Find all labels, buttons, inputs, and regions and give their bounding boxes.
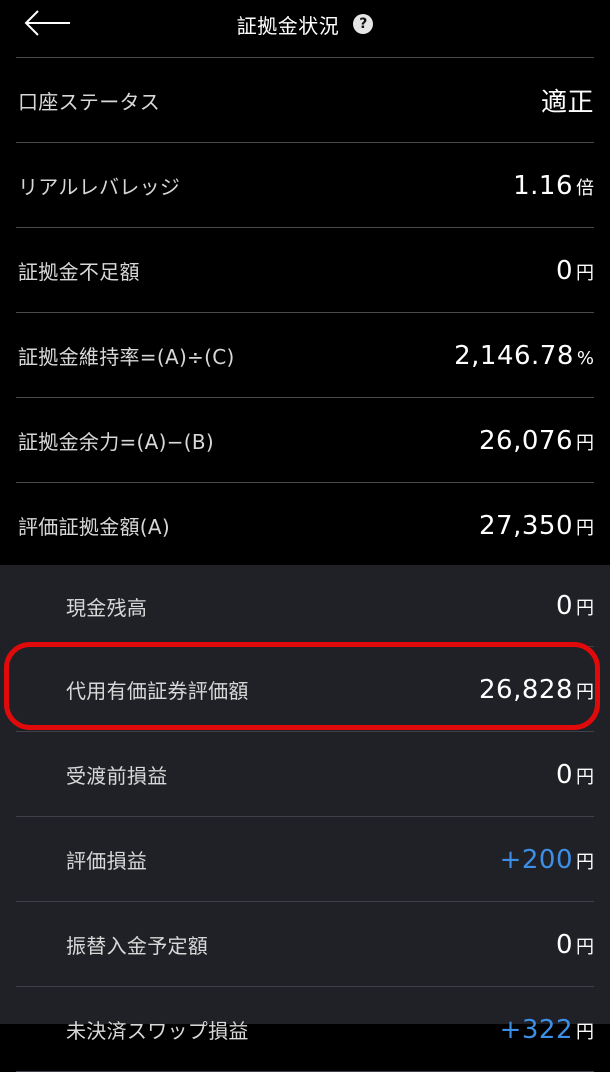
title-bar: 証拠金状況 ?	[0, 8, 610, 40]
value-unit: 円	[576, 262, 594, 284]
row-real-leverage: リアルレバレッジ 1.16 倍	[0, 143, 610, 228]
row-label: 証拠金余力=(A)−(B)	[18, 430, 215, 454]
value-unit: %	[576, 347, 594, 369]
row-label: 現金残高	[66, 595, 148, 620]
row-label: 証拠金維持率=(A)÷(C)	[18, 345, 235, 369]
help-icon[interactable]: ?	[353, 14, 374, 34]
row-value: 26,076 円	[479, 426, 594, 456]
row-label: 証拠金不足額	[18, 260, 140, 284]
value-unit: 円	[576, 936, 594, 958]
sub-row-unrealized-pl: 評価損益 +200 円	[0, 817, 610, 902]
header: 証拠金状況 ?	[0, 0, 610, 58]
row-value: 27,350 円	[479, 511, 594, 541]
row-value: 2,146.78 %	[454, 341, 594, 371]
row-label: 評価損益	[66, 849, 148, 873]
row-value: 1.16 倍	[513, 171, 594, 201]
value-unit: 倍	[576, 177, 594, 199]
sub-row-cash-balance: 現金残高 0 円	[0, 565, 610, 647]
row-value: 0 円	[556, 256, 594, 286]
value-unit: 円	[576, 598, 594, 619]
value-text: 2,146.78	[454, 340, 574, 371]
value-unit: 円	[576, 851, 594, 873]
row-label: 受渡前損益	[66, 764, 168, 788]
row-margin-shortfall: 証拠金不足額 0 円	[0, 228, 610, 313]
row-label: 振替入金予定額	[66, 934, 209, 958]
row-valued-margin: 評価証拠金額(A) 27,350 円	[0, 483, 610, 568]
sub-row-pre-settlement-pl: 受渡前損益 0 円	[0, 732, 610, 817]
value-unit: 円	[576, 1021, 594, 1043]
row-label: リアルレバレッジ	[18, 175, 181, 199]
sub-row-unsettled-swap: 未決済スワップ損益 +322 円	[0, 987, 610, 1072]
row-value: 0 円	[556, 930, 594, 960]
sub-row-collateral-securities: 代用有価証券評価額 26,828 円	[0, 647, 610, 732]
value-text: 0	[555, 591, 573, 621]
value-unit: 円	[576, 432, 594, 454]
margin-breakdown-list: 現金残高 0 円 代用有価証券評価額 26,828 円 受渡前損益 0 円 評価…	[0, 565, 610, 1072]
row-available-margin: 証拠金余力=(A)−(B) 26,076 円	[0, 398, 610, 483]
value-text: 26,828	[479, 674, 573, 705]
row-account-status: 口座ステータス 適正	[0, 58, 610, 143]
value-text: 0	[555, 759, 573, 790]
value-unit: 円	[576, 681, 594, 703]
row-value: 適正	[541, 82, 594, 119]
value-text: 0	[555, 255, 573, 286]
row-label: 未決済スワップ損益	[66, 1019, 249, 1043]
margin-summary-list: 口座ステータス 適正 リアルレバレッジ 1.16 倍 証拠金不足額 0 円 証拠…	[0, 58, 610, 568]
value-text: 27,350	[479, 510, 573, 541]
sub-row-scheduled-transfer: 振替入金予定額 0 円	[0, 902, 610, 987]
row-label: 評価証拠金額(A)	[18, 515, 170, 539]
row-value: 0 円	[556, 760, 594, 790]
page-title: 証拠金状況	[236, 13, 340, 38]
value-text: 1.16	[513, 170, 573, 201]
value-text: 0	[555, 929, 573, 960]
row-label: 代用有価証券評価額	[66, 679, 249, 703]
value-text: +200	[499, 844, 573, 875]
row-value: 0 円	[556, 591, 594, 621]
row-value: +322 円	[500, 1015, 594, 1045]
row-value: 26,828 円	[479, 675, 594, 705]
value-text: +322	[499, 1014, 573, 1045]
row-value: +200 円	[500, 845, 594, 875]
value-text: 26,076	[479, 425, 573, 456]
value-unit: 円	[576, 517, 594, 539]
row-label: 口座ステータス	[18, 90, 161, 114]
value-text: 適正	[540, 88, 594, 118]
row-maintenance-ratio: 証拠金維持率=(A)÷(C) 2,146.78 %	[0, 313, 610, 398]
value-unit: 円	[576, 766, 594, 788]
